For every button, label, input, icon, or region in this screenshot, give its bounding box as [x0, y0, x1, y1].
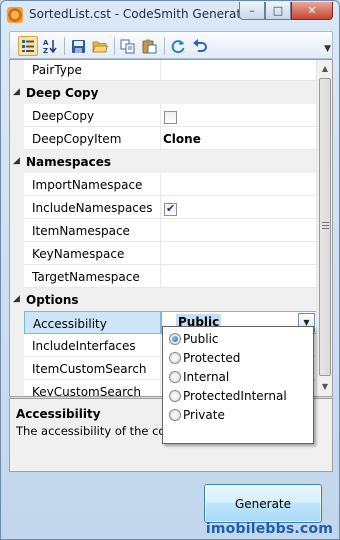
save-icon[interactable]: [68, 36, 88, 56]
option-label: Protected: [183, 351, 241, 365]
category-label: Deep Copy: [26, 86, 99, 100]
property-row[interactable]: IncludeNamespaces: [10, 196, 317, 219]
refresh-icon[interactable]: [168, 36, 188, 56]
window-controls: – □ ✕: [239, 2, 333, 20]
property-name: KeyNamespace: [24, 242, 161, 265]
radio-icon: [169, 409, 181, 421]
property-name: IncludeNamespaces: [24, 196, 161, 219]
option-label: ProtectedInternal: [183, 389, 287, 403]
property-name: ItemCustomSearch: [24, 357, 161, 380]
option-label: Public: [183, 332, 219, 346]
property-row[interactable]: DeepCopy: [10, 104, 317, 127]
category-namespaces[interactable]: ◢ Namespaces: [10, 150, 317, 173]
open-folder-icon[interactable]: [90, 36, 110, 56]
property-name: ImportNamespace: [24, 173, 161, 196]
radio-icon: [169, 352, 181, 364]
property-value[interactable]: [161, 265, 317, 288]
option-internal[interactable]: Internal: [169, 368, 229, 386]
copy-icon[interactable]: [118, 36, 138, 56]
category-label: Options: [26, 293, 79, 307]
svg-text:A: A: [43, 39, 49, 47]
property-name: KeyCustomSearch: [24, 380, 161, 396]
property-name: TargetNamespace: [24, 265, 161, 288]
property-name: PairType: [24, 60, 161, 81]
paste-icon[interactable]: [140, 36, 160, 56]
property-value[interactable]: Clone: [161, 127, 317, 150]
option-public[interactable]: Public: [169, 330, 219, 348]
minimize-button[interactable]: –: [239, 2, 265, 20]
scrollbar-thumb[interactable]: [319, 78, 331, 376]
maximize-button[interactable]: □: [265, 2, 291, 20]
property-row[interactable]: DeepCopyItem Clone: [10, 127, 317, 150]
scroll-up-icon[interactable]: ▲: [317, 60, 332, 76]
alphabetical-sort-icon[interactable]: AZ: [40, 36, 60, 56]
property-name: Accessibility: [24, 311, 161, 334]
property-toolbar: AZ ▼: [9, 31, 333, 59]
close-button[interactable]: ✕: [291, 2, 333, 20]
property-value[interactable]: [161, 60, 317, 81]
property-row[interactable]: PairType: [10, 60, 317, 81]
watermark-text: imobilebbs.com: [205, 521, 333, 537]
property-value[interactable]: [161, 242, 317, 265]
categorized-icon[interactable]: [18, 36, 38, 56]
category-options[interactable]: ◢ Options: [10, 288, 317, 311]
radio-icon: [169, 390, 181, 402]
codesmith-window: SortedList.cst - CodeSmith Generator – □…: [0, 0, 340, 540]
property-row[interactable]: ItemNamespace: [10, 219, 317, 242]
property-row[interactable]: KeyNamespace: [10, 242, 317, 265]
vertical-scrollbar[interactable]: ▲ ▼: [316, 60, 332, 396]
accessibility-options-popup: Public Protected Internal ProtectedInter…: [162, 326, 314, 444]
property-value[interactable]: [161, 219, 317, 242]
include-namespaces-checkbox[interactable]: [164, 202, 177, 216]
option-label: Internal: [183, 370, 230, 384]
radio-selected-icon: [169, 333, 181, 345]
scroll-down-icon[interactable]: ▼: [317, 378, 332, 394]
svg-text:Z: Z: [43, 47, 48, 54]
category-deep-copy[interactable]: ◢ Deep Copy: [10, 81, 317, 104]
codesmith-app-icon: [7, 7, 23, 23]
property-name: DeepCopy: [24, 104, 161, 127]
property-value[interactable]: [161, 173, 317, 196]
option-protected-internal[interactable]: ProtectedInternal: [169, 387, 287, 405]
option-private[interactable]: Private: [169, 406, 225, 424]
title-bar[interactable]: SortedList.cst - CodeSmith Generator – □…: [1, 1, 339, 29]
generate-button[interactable]: Generate: [204, 484, 322, 523]
option-protected[interactable]: Protected: [169, 349, 240, 367]
property-row[interactable]: ImportNamespace: [10, 173, 317, 196]
undo-icon[interactable]: [190, 36, 210, 56]
property-name: IncludeInterfaces: [24, 334, 161, 357]
deepcopy-checkbox[interactable]: [164, 111, 177, 124]
option-label: Private: [183, 408, 225, 422]
window-title: SortedList.cst - CodeSmith Generator: [29, 7, 254, 21]
property-name: ItemNamespace: [24, 219, 161, 242]
radio-icon: [169, 371, 181, 383]
property-name: DeepCopyItem: [24, 127, 161, 150]
category-label: Namespaces: [26, 155, 112, 169]
toolbar-overflow-icon[interactable]: ▼: [324, 44, 331, 54]
property-row[interactable]: TargetNamespace: [10, 265, 317, 288]
